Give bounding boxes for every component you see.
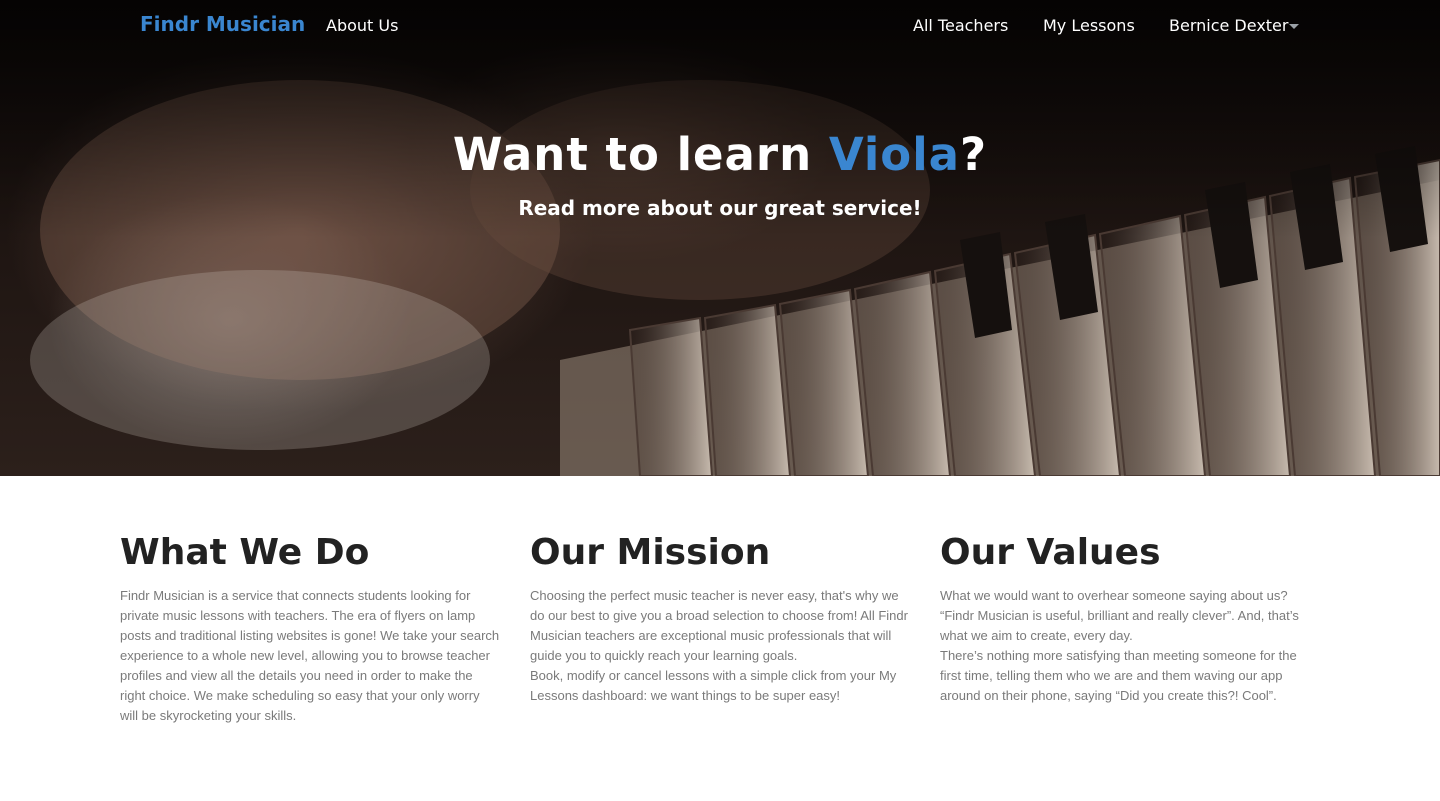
nav-user-menu[interactable]: Bernice Dexter — [1169, 16, 1288, 35]
our-values-heading: Our Values — [940, 532, 1161, 573]
our-mission-section: Our Mission Choosing the perfect music t… — [530, 530, 910, 706]
brand-logo-link[interactable]: Findr Musician — [140, 12, 305, 36]
hero-subtitle: Read more about our great service! — [518, 196, 922, 220]
our-mission-body-2: Book, modify or cancel lessons with a si… — [530, 668, 897, 703]
what-we-do-body: Findr Musician is a service that connect… — [120, 588, 500, 723]
nav-all-teachers[interactable]: All Teachers — [913, 16, 1008, 35]
chevron-down-icon[interactable] — [1289, 24, 1299, 29]
hero-title-instrument: Viola — [828, 128, 960, 181]
hero-title-prefix: Want to learn — [452, 128, 829, 181]
what-we-do-heading: What We Do — [120, 532, 370, 573]
top-navbar: Findr Musician About Us All Teachers My … — [0, 0, 1440, 52]
piano-keys-image — [0, 0, 1440, 476]
what-we-do-text: Findr Musician is a service that connect… — [120, 586, 500, 726]
nav-my-lessons[interactable]: My Lessons — [1043, 16, 1135, 35]
our-mission-body-1: Choosing the perfect music teacher is ne… — [530, 588, 908, 663]
our-mission-heading: Our Mission — [530, 532, 771, 573]
nav-about-us[interactable]: About Us — [326, 16, 398, 35]
our-values-section: Our Values What we would want to overhea… — [940, 530, 1320, 706]
our-mission-text: Choosing the perfect music teacher is ne… — [530, 586, 910, 706]
hero-banner — [0, 0, 1440, 476]
our-values-body-1: What we would want to overhear someone s… — [940, 588, 1299, 643]
hero-title: Want to learn Viola? — [0, 128, 1440, 181]
hero-title-suffix: ? — [959, 128, 988, 181]
what-we-do-section: What We Do Findr Musician is a service t… — [120, 530, 500, 726]
our-values-body-2: There’s nothing more satisfying than mee… — [940, 648, 1297, 703]
our-values-text: What we would want to overhear someone s… — [940, 586, 1320, 706]
